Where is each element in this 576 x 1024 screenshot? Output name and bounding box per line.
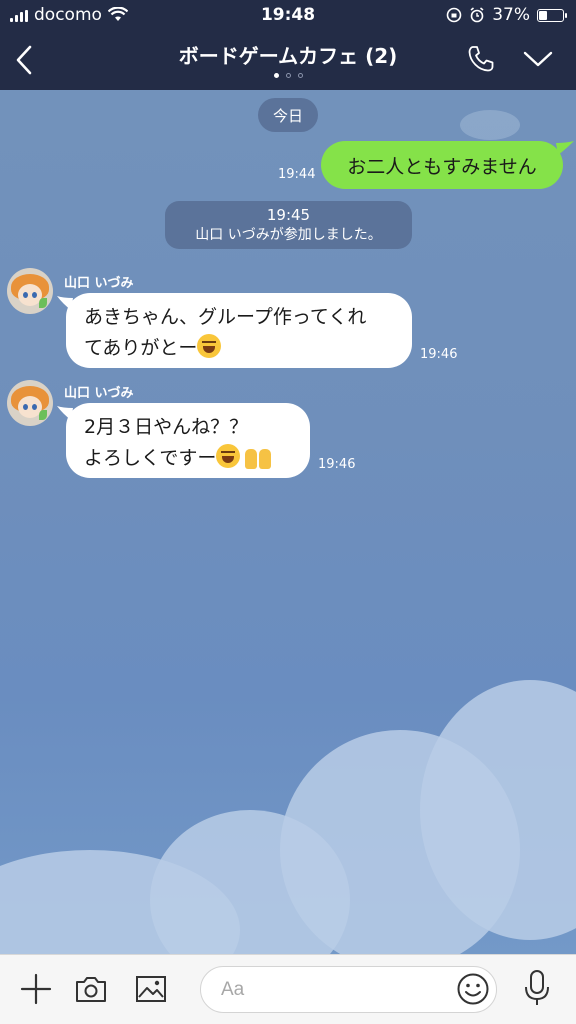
system-message-text: 山口 いづみが参加しました。	[195, 227, 382, 243]
smiley-icon[interactable]	[456, 972, 490, 1006]
system-message: 19:45 山口 いづみが参加しました。	[165, 201, 412, 249]
avatar[interactable]	[7, 268, 53, 314]
phone-icon[interactable]	[466, 44, 496, 74]
battery-level	[539, 10, 547, 20]
chevron-down-icon[interactable]	[522, 48, 554, 70]
message-line: よろしくですー	[84, 447, 217, 469]
sent-message-bubble[interactable]: お二人ともすみません	[321, 141, 563, 189]
system-message-time: 19:45	[266, 206, 311, 224]
background-cloud	[460, 110, 520, 140]
rotation-lock-icon	[446, 7, 462, 23]
sender-name: 山口 いづみ	[64, 276, 134, 291]
message-time: 19:46	[318, 457, 356, 472]
message-line-with-emoji: よろしくですー	[84, 443, 292, 474]
message-input[interactable]: Aa	[200, 966, 497, 1013]
grinning-squint-emoji	[197, 334, 222, 358]
date-separator: 今日	[258, 98, 318, 132]
chat-area[interactable]: 今日 19:44 お二人ともすみません 19:45 山口 いづみが参加しました。…	[0, 90, 576, 954]
camera-icon[interactable]	[74, 972, 108, 1006]
message-line: あきちゃん、グループ作ってくれ	[84, 306, 367, 328]
message-line: 2月３日やんね？？	[84, 416, 249, 438]
status-bar: docomo 19:48 37%	[0, 0, 576, 30]
page-dot	[285, 73, 291, 78]
bubble-tail	[556, 141, 574, 155]
message-line: てありがとー	[84, 337, 198, 359]
received-message-bubble[interactable]: 2月３日やんね？？ よろしくですー	[66, 403, 310, 478]
raising-hands-emoji	[244, 443, 272, 469]
battery-icon	[537, 8, 567, 22]
message-time: 19:46	[420, 347, 458, 362]
message-line-with-emoji: てありがとー	[84, 333, 394, 364]
page-dot	[297, 73, 303, 78]
battery-percent: 37%	[492, 5, 530, 25]
sender-name: 山口 いづみ	[64, 386, 134, 401]
alarm-icon	[470, 7, 484, 23]
plus-icon[interactable]	[19, 972, 53, 1006]
microphone-icon[interactable]	[522, 968, 552, 1008]
message-time: 19:44	[278, 167, 316, 182]
chat-header: ボードゲームカフェ (2)	[0, 30, 576, 90]
status-right: 37%	[446, 5, 567, 25]
page-dot	[273, 73, 279, 78]
avatar[interactable]	[7, 380, 53, 426]
image-icon[interactable]	[134, 972, 168, 1006]
received-message-bubble[interactable]: あきちゃん、グループ作ってくれ てありがとー	[66, 293, 412, 368]
grinning-squint-emoji	[216, 444, 241, 468]
